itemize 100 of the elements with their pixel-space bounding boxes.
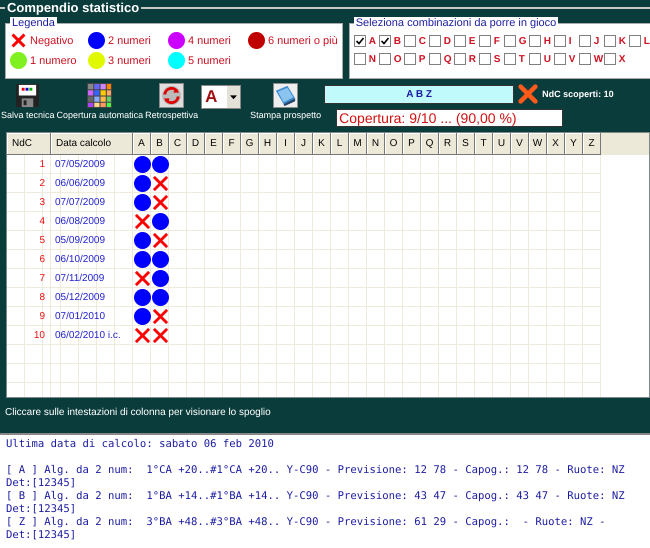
output-line: Det:[12345] — [6, 503, 78, 516]
column-header[interactable]: J — [295, 133, 313, 155]
checkbox-label[interactable]: T — [518, 54, 525, 64]
column-header[interactable]: O — [385, 133, 403, 155]
checkbox-label[interactable]: V — [568, 54, 576, 64]
column-header[interactable]: E — [205, 133, 223, 155]
column-header[interactable]: B — [151, 133, 169, 155]
checkbox[interactable] — [628, 35, 641, 47]
combination-field[interactable]: A B Z — [324, 84, 514, 104]
checkbox[interactable] — [478, 53, 491, 65]
column-header[interactable]: A — [133, 133, 151, 155]
checkbox-label[interactable]: P — [418, 54, 426, 64]
checkbox[interactable] — [504, 35, 516, 47]
checkbox-label[interactable]: F — [494, 36, 500, 46]
checkbox-label[interactable]: J — [594, 36, 600, 46]
checkbox[interactable] — [604, 35, 616, 47]
column-header[interactable]: I — [277, 133, 295, 155]
toolbar-button[interactable]: Stampa prospetto — [249, 83, 322, 120]
hint-text: Cliccare sulle intestazioni di colonna per visionare lo spoglio — [4, 406, 272, 420]
checkbox[interactable] — [578, 53, 591, 65]
legend-label: 2 numeri — [108, 34, 151, 46]
row-number: 6 — [39, 254, 45, 265]
checkbox-label[interactable]: O — [394, 54, 402, 64]
checkbox[interactable] — [378, 35, 391, 47]
column-header[interactable]: K — [313, 133, 331, 155]
column-header[interactable]: M — [349, 133, 367, 155]
column-header[interactable]: Data calcolo — [51, 133, 133, 155]
checkbox[interactable] — [404, 53, 416, 65]
checkbox[interactable] — [454, 53, 466, 65]
checkbox[interactable] — [428, 53, 441, 65]
column-header[interactable]: T — [475, 133, 493, 155]
date-cell: 07/01/2010 — [55, 311, 106, 322]
checkbox[interactable] — [378, 53, 391, 65]
cross-icon — [152, 194, 168, 211]
checkbox[interactable] — [554, 53, 566, 65]
legend-label: Negativo — [30, 34, 74, 46]
checkbox-label[interactable]: H — [544, 36, 551, 46]
column-header[interactable]: P — [403, 133, 421, 155]
checkbox-label[interactable]: C — [418, 36, 426, 46]
checkbox-label[interactable]: L — [644, 36, 650, 46]
checkbox-label[interactable]: U — [544, 54, 551, 64]
column-header[interactable]: L — [331, 133, 349, 155]
checkbox-label[interactable]: R — [468, 54, 476, 64]
cross-icon — [134, 213, 150, 230]
column-header[interactable]: C — [169, 133, 187, 155]
output-line: [ Z ] Alg. da 2 num: 3°BA +48..#3°BA +48.. Y-C90 - Previsione: 61 29 - Capog.: - Ruote: NZ - — [6, 516, 607, 529]
column-header[interactable]: D — [187, 133, 205, 155]
checkbox[interactable] — [428, 35, 441, 47]
checkbox-label[interactable]: Q — [444, 54, 452, 64]
checkbox[interactable] — [478, 35, 491, 47]
checkbox-label[interactable]: D — [444, 36, 451, 46]
toolbar-button[interactable]: Salva tecnica — [0, 83, 56, 120]
checkbox[interactable] — [354, 35, 366, 47]
checkbox[interactable] — [578, 35, 591, 47]
cross-icon — [152, 308, 168, 325]
column-header[interactable]: S — [457, 133, 475, 155]
checkbox-label[interactable]: E — [468, 36, 476, 46]
column-header[interactable]: R — [439, 133, 457, 155]
column-header[interactable]: Z — [583, 133, 601, 155]
checkbox-label[interactable]: B — [394, 36, 401, 46]
column-header[interactable]: W — [529, 133, 547, 155]
checkbox[interactable] — [454, 35, 466, 47]
column-header[interactable]: Y — [565, 133, 583, 155]
column-header[interactable]: U — [493, 133, 511, 155]
checkbox-label[interactable]: X — [618, 54, 626, 64]
group-title: Legenda — [10, 17, 57, 30]
coverage-field: Copertura: 9/10 ... (90,00 %) — [336, 109, 564, 127]
column-header[interactable]: H — [259, 133, 277, 155]
checkbox-label[interactable]: W — [594, 54, 604, 64]
cross-icon — [152, 175, 168, 192]
row-number: 8 — [39, 292, 45, 303]
row-number: 3 — [39, 197, 45, 208]
checkbox[interactable] — [354, 53, 366, 65]
checkbox-label[interactable]: K — [618, 36, 626, 46]
checkbox[interactable] — [528, 35, 541, 47]
legend-label: 5 numeri — [188, 54, 231, 66]
column-header[interactable]: Q — [421, 133, 439, 155]
column-header[interactable]: F — [223, 133, 241, 155]
column-header[interactable]: V — [511, 133, 529, 155]
date-cell: 07/07/2009 — [55, 197, 106, 208]
checkbox-label[interactable]: A — [368, 36, 376, 46]
letter-dropdown[interactable]: A — [201, 85, 242, 109]
row-number: 9 — [39, 311, 45, 322]
toolbar-button[interactable]: Retrospettiva — [144, 83, 200, 120]
toolbar-button[interactable]: Copertura automatica — [56, 83, 144, 120]
column-header[interactable]: NdC — [7, 133, 51, 155]
checkbox-label[interactable]: N — [368, 54, 376, 64]
checkbox[interactable] — [528, 53, 541, 65]
window-title: Compendio statistico — [6, 0, 140, 15]
checkbox[interactable] — [404, 35, 416, 47]
checkbox-label[interactable]: S — [494, 54, 500, 64]
checkbox[interactable] — [504, 53, 516, 65]
row-number: 1 — [39, 159, 45, 170]
column-header[interactable]: N — [367, 133, 385, 155]
checkbox-label[interactable]: G — [518, 36, 526, 46]
checkbox[interactable] — [554, 35, 566, 47]
checkbox-label[interactable]: I — [568, 36, 572, 46]
column-header[interactable]: G — [241, 133, 259, 155]
checkbox[interactable] — [604, 53, 616, 65]
column-header[interactable]: X — [547, 133, 565, 155]
